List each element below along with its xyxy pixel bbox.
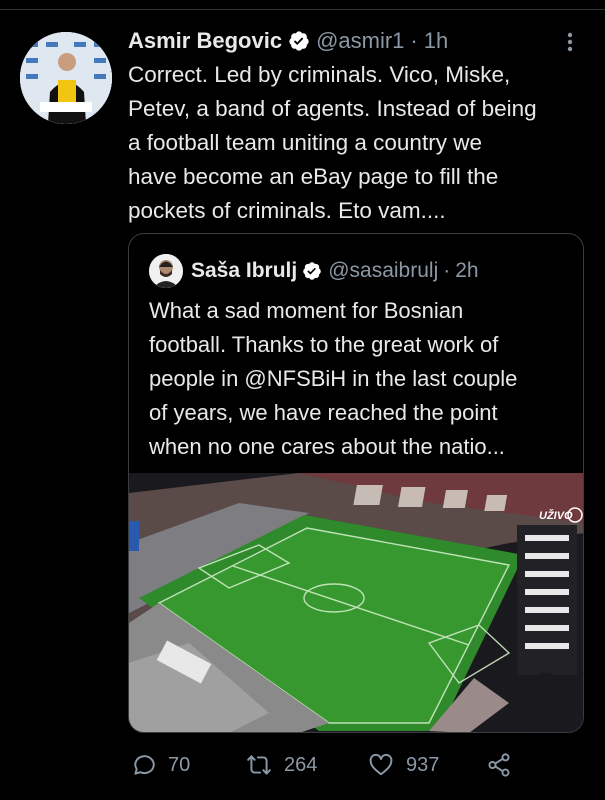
stadium-image[interactable]: UŽIVO	[129, 473, 584, 733]
share-button[interactable]	[486, 752, 524, 778]
author-name[interactable]: Asmir Begovic	[128, 26, 282, 56]
tweet-header: Asmir Begovic @asmir1 · 1h	[128, 26, 578, 56]
like-button[interactable]: 937	[368, 752, 439, 778]
quoted-tweet-card[interactable]: Saša Ibrulj @sasaibrulj · 2h What a sad …	[128, 233, 584, 733]
retweet-count: 264	[284, 753, 318, 776]
verified-badge-icon	[289, 31, 309, 51]
like-count: 937	[406, 753, 440, 776]
quoted-header-separator: ·	[443, 259, 451, 282]
author-avatar[interactable]	[20, 32, 112, 124]
reply-count: 70	[168, 753, 191, 776]
like-icon	[369, 753, 393, 776]
tweet-body: Asmir Begovic @asmir1 · 1h Correct. Led …	[128, 26, 578, 228]
share-icon	[488, 753, 510, 777]
reply-button[interactable]: 70	[130, 752, 190, 778]
tweet-timestamp[interactable]: 1h	[424, 26, 448, 56]
top-divider	[0, 9, 605, 10]
retweet-icon	[247, 755, 271, 775]
quoted-author-handle: @sasaibrulj	[328, 259, 439, 282]
retweet-button[interactable]: 264	[246, 752, 317, 778]
quoted-author-avatar	[149, 254, 183, 288]
more-vertical-icon[interactable]	[560, 30, 580, 54]
header-separator: ·	[410, 28, 418, 53]
quoted-author-name: Saša Ibrulj	[191, 259, 298, 282]
tweet-action-bar: 70 264 937	[130, 752, 530, 786]
quoted-tweet-text: What a sad moment for Bosnian football. …	[149, 298, 518, 459]
tweet-text: Correct. Led by criminals. Vico, Miske, …	[128, 62, 537, 223]
quoted-verified-badge-icon	[303, 262, 321, 280]
quoted-tweet-header: Saša Ibrulj @sasaibrulj · 2h	[149, 254, 479, 288]
reply-icon	[134, 755, 155, 775]
author-handle[interactable]: @asmir1	[316, 26, 404, 56]
quoted-tweet-timestamp: 2h	[455, 259, 479, 282]
